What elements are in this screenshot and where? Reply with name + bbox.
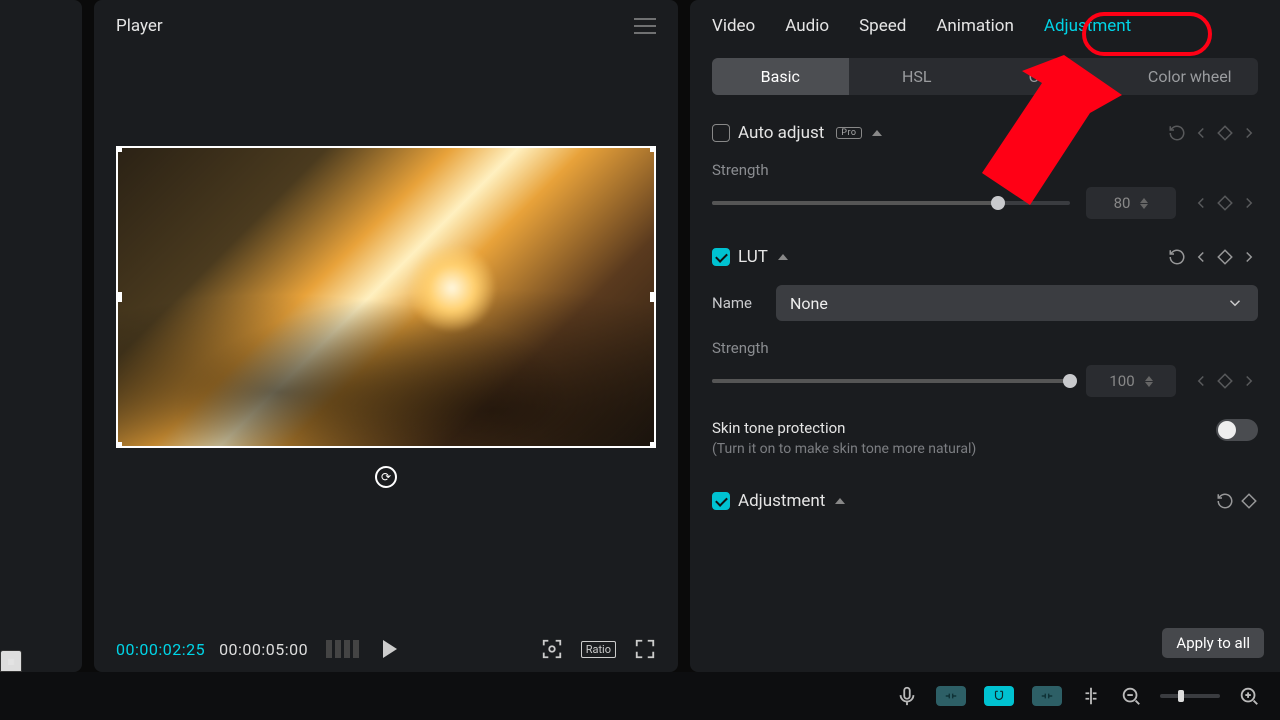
next-keyframe-icon[interactable]: [1240, 248, 1258, 266]
pro-badge: Pro: [836, 127, 861, 139]
lut-strength-slider[interactable]: [712, 379, 1070, 383]
camera-track-stub-icon: ▦: [0, 650, 22, 672]
lut-name-select[interactable]: None: [776, 285, 1258, 321]
zoom-out-icon[interactable]: [1120, 685, 1142, 707]
ratio-button[interactable]: Ratio: [581, 641, 616, 658]
crop-handle-bl[interactable]: [116, 442, 122, 448]
reset-icon[interactable]: [1216, 492, 1234, 510]
magnet-on-icon[interactable]: [984, 686, 1014, 706]
crop-handle-l[interactable]: [116, 292, 122, 302]
crop-handle-tl[interactable]: [116, 146, 122, 152]
microphone-icon[interactable]: [896, 685, 918, 707]
tab-audio[interactable]: Audio: [785, 16, 829, 36]
next-keyframe-icon[interactable]: [1240, 124, 1258, 142]
collapse-icon[interactable]: [835, 498, 845, 504]
subtab-hsl[interactable]: HSL: [849, 58, 986, 95]
next-keyframe-icon[interactable]: [1240, 372, 1258, 390]
keyframe-icon[interactable]: [1216, 248, 1234, 266]
collapse-icon[interactable]: [872, 130, 882, 136]
keyframe-icon[interactable]: [1240, 492, 1258, 510]
auto-strength-label: Strength: [712, 161, 1258, 179]
timecode-current: 00:00:02:25: [116, 640, 205, 659]
player-title: Player: [116, 16, 163, 36]
keyframe-icon[interactable]: [1216, 124, 1234, 142]
subtab-curves[interactable]: Curves: [985, 58, 1122, 95]
timecode-total: 00:00:05:00: [219, 640, 308, 659]
keyframe-icon[interactable]: [1216, 372, 1234, 390]
play-button[interactable]: [383, 640, 397, 658]
adjustment-section-label: Adjustment: [738, 491, 825, 511]
crop-handle-br[interactable]: [650, 442, 656, 448]
adjustment-subtabs: Basic HSL Curves Color wheel: [712, 58, 1258, 95]
prev-keyframe-icon[interactable]: [1192, 248, 1210, 266]
lut-name-label: Name: [712, 294, 752, 312]
skin-tone-label: Skin tone protection: [712, 419, 1216, 437]
tab-speed[interactable]: Speed: [859, 16, 906, 36]
lut-strength-number: 100: [1109, 372, 1134, 390]
magnet-left-icon[interactable]: [936, 686, 966, 706]
player-menu-icon[interactable]: [634, 18, 656, 34]
zoom-in-icon[interactable]: [1238, 685, 1260, 707]
auto-adjust-label: Auto adjust: [738, 123, 824, 143]
subtab-color-wheel[interactable]: Color wheel: [1122, 58, 1259, 95]
focus-crop-icon[interactable]: [541, 638, 563, 660]
left-panel-sliver: [0, 0, 82, 672]
crop-handle-tr[interactable]: [650, 146, 656, 152]
video-viewport[interactable]: [116, 146, 656, 448]
tab-animation[interactable]: Animation: [936, 16, 1014, 36]
next-keyframe-icon[interactable]: [1240, 194, 1258, 212]
lut-name-value: None: [790, 294, 828, 313]
auto-strength-number: 80: [1114, 194, 1131, 212]
magnet-right-icon[interactable]: [1032, 686, 1062, 706]
properties-tabs: Video Audio Speed Animation Adjustment: [712, 10, 1258, 46]
sync-indicator-icon: ⟳: [375, 466, 397, 488]
chevron-down-icon: [1226, 294, 1244, 312]
subtab-basic[interactable]: Basic: [712, 58, 849, 95]
transport-bar: 00:00:02:25 00:00:05:00 Ratio: [116, 620, 656, 660]
auto-adjust-checkbox[interactable]: [712, 124, 730, 142]
timeline-toolbar: [0, 672, 1280, 720]
reset-icon[interactable]: [1168, 248, 1186, 266]
zoom-slider[interactable]: [1160, 694, 1220, 698]
lut-strength-value[interactable]: 100: [1086, 365, 1176, 397]
frame-columns-icon[interactable]: [326, 640, 359, 658]
prev-keyframe-icon[interactable]: [1192, 372, 1210, 390]
prev-keyframe-icon[interactable]: [1192, 194, 1210, 212]
player-panel: Player ⟳ 00:00:02:25 00:00:05:00 Ratio: [94, 0, 678, 672]
skin-tone-toggle[interactable]: [1216, 419, 1258, 441]
split-clip-icon[interactable]: [1080, 685, 1102, 707]
apply-to-all-button[interactable]: Apply to all: [1162, 628, 1264, 658]
lut-label: LUT: [738, 247, 768, 267]
collapse-icon[interactable]: [778, 254, 788, 260]
tab-video[interactable]: Video: [712, 16, 755, 36]
lut-checkbox[interactable]: [712, 248, 730, 266]
crop-handle-r[interactable]: [650, 292, 656, 302]
lut-strength-label: Strength: [712, 339, 1258, 357]
tab-adjustment[interactable]: Adjustment: [1044, 16, 1131, 36]
reset-icon[interactable]: [1168, 124, 1186, 142]
adjustment-checkbox[interactable]: [712, 492, 730, 510]
properties-panel: Video Audio Speed Animation Adjustment B…: [690, 0, 1280, 672]
keyframe-icon[interactable]: [1216, 194, 1234, 212]
auto-strength-slider[interactable]: [712, 201, 1070, 205]
prev-keyframe-icon[interactable]: [1192, 124, 1210, 142]
auto-strength-value[interactable]: 80: [1086, 187, 1176, 219]
fullscreen-icon[interactable]: [634, 638, 656, 660]
skin-tone-hint: (Turn it on to make skin tone more natur…: [712, 441, 1216, 457]
